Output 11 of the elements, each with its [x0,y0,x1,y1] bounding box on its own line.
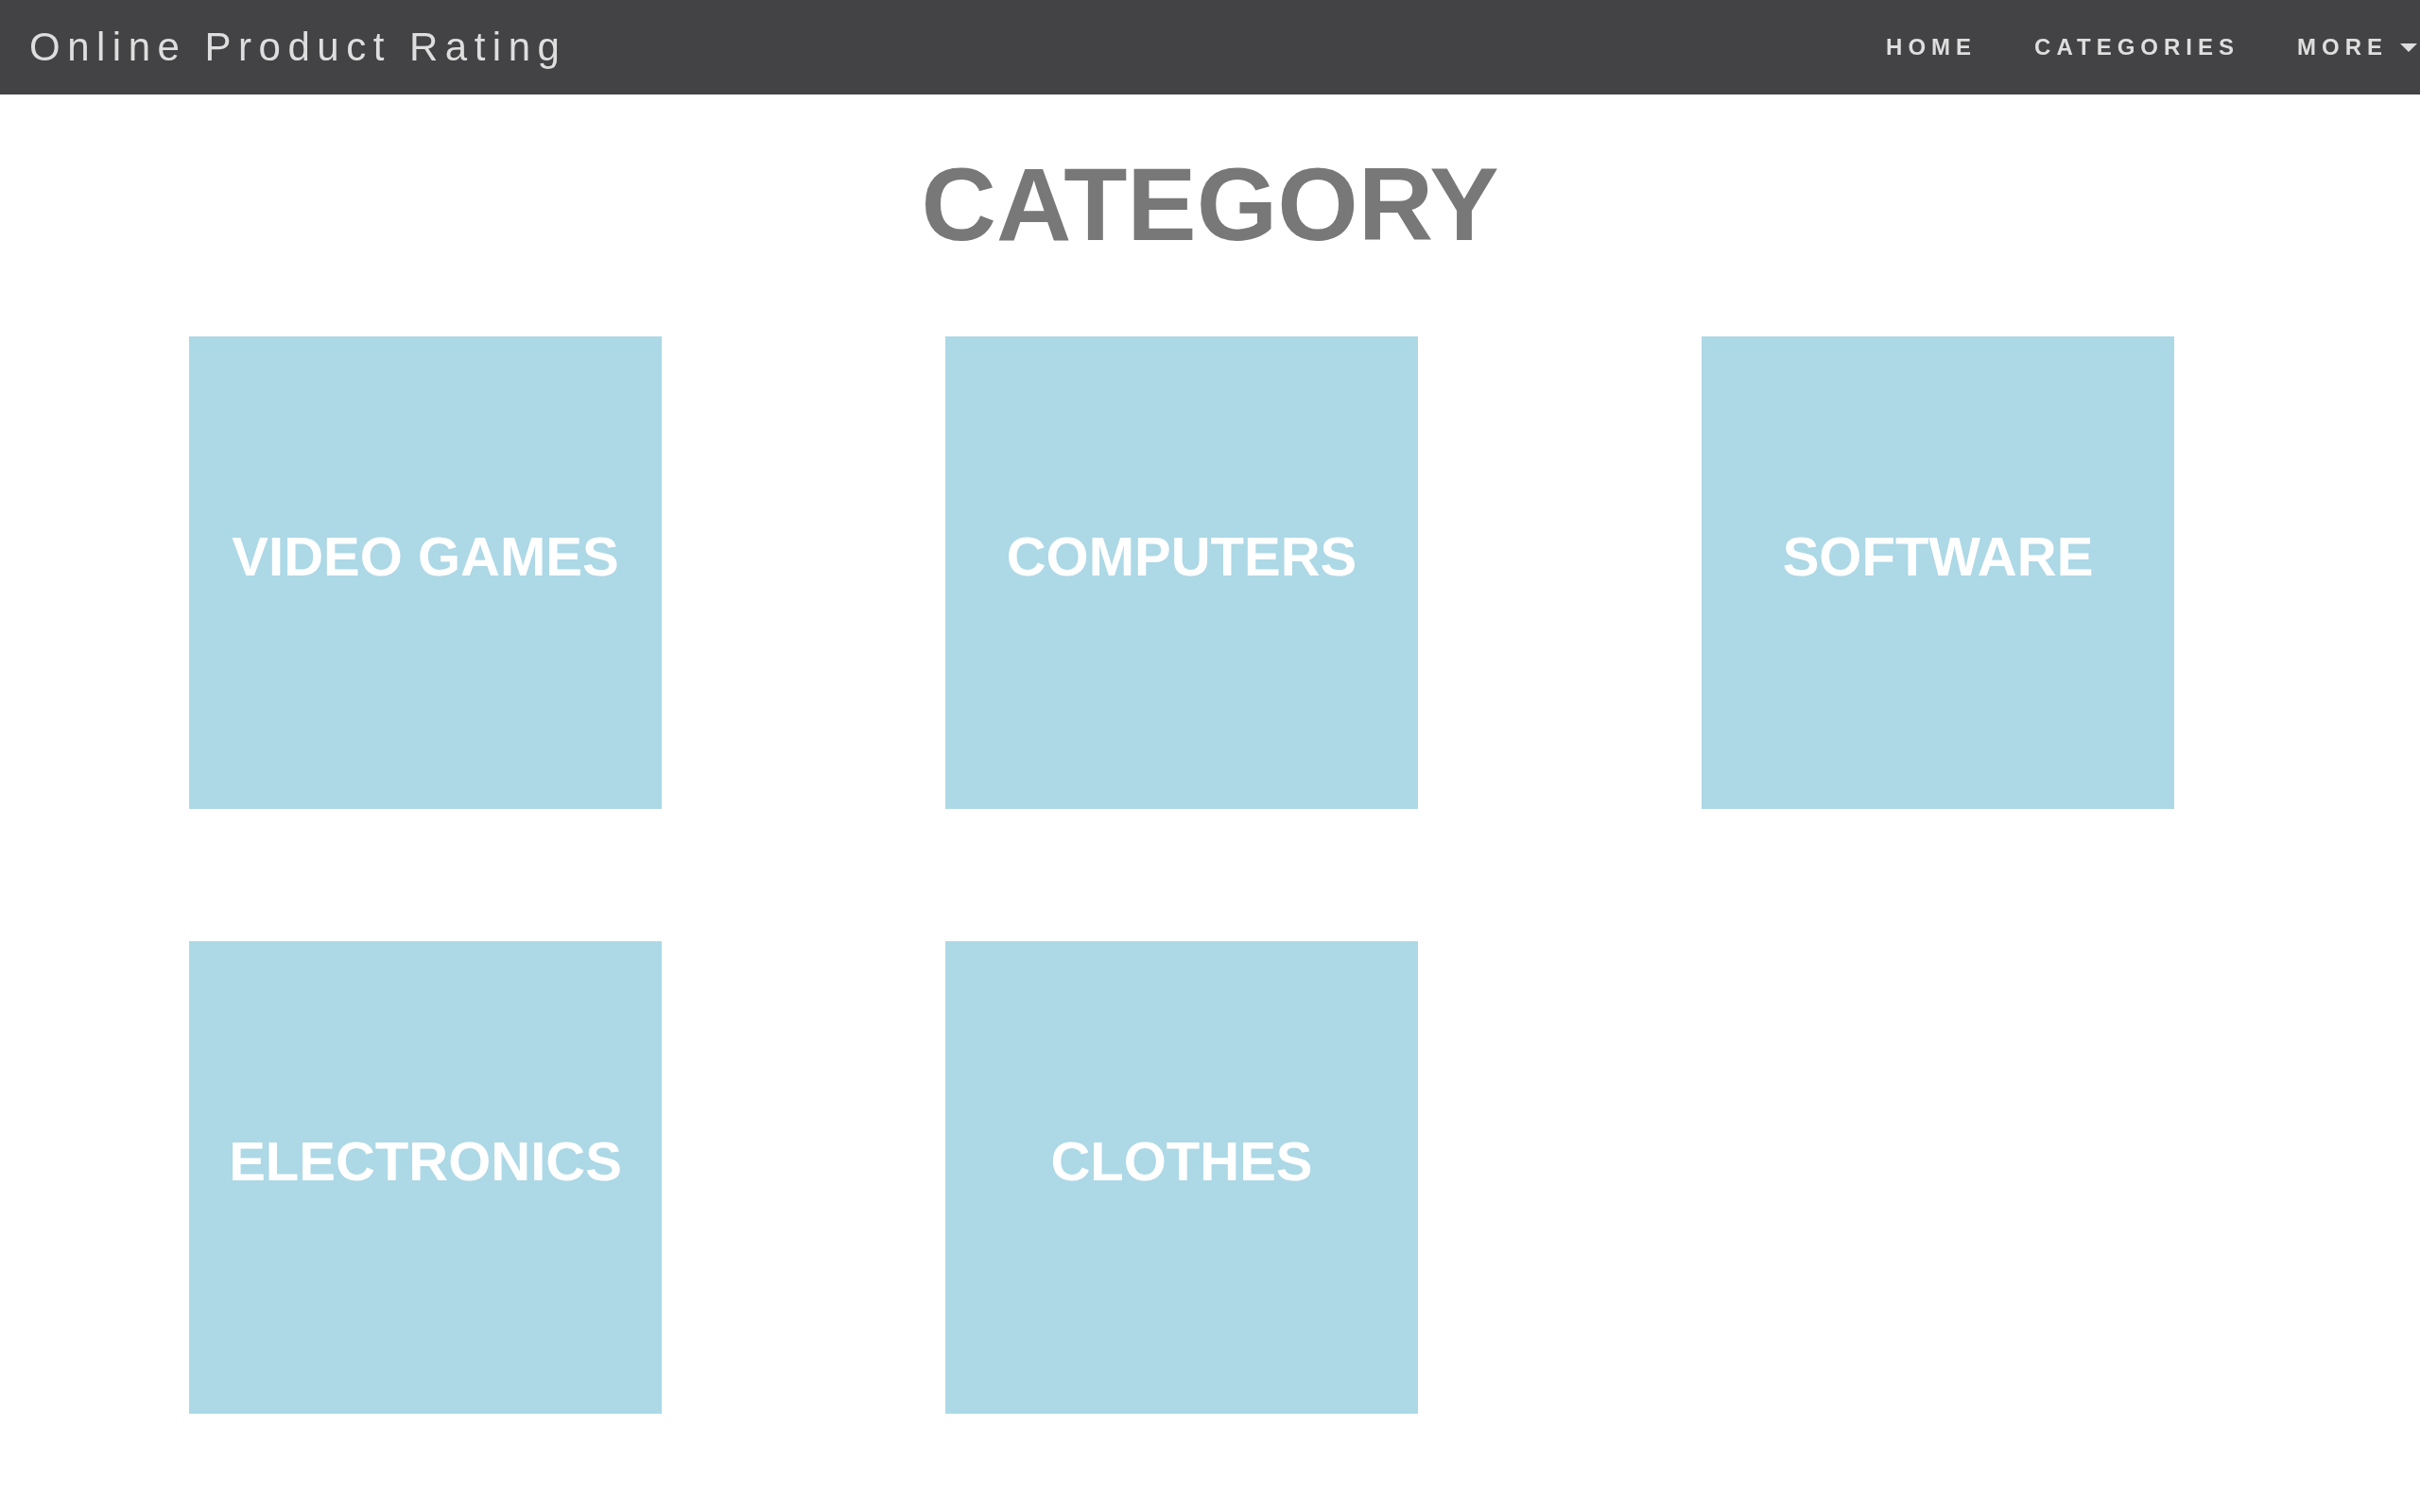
category-tile[interactable]: SOFTWARE [1702,336,2174,809]
brand-link[interactable]: Online Product Rating [29,27,567,67]
category-tile[interactable]: COMPUTERS [945,336,1418,809]
caret-icon [2400,43,2417,52]
category-tile[interactable]: VIDEO GAMES [189,336,662,809]
category-tile[interactable]: ELECTRONICS [189,941,662,1414]
nav-link[interactable]: HOME [1886,36,1978,59]
page-heading: CATEGORY [921,152,1499,256]
more-dropdown[interactable]: MORE [2297,36,2417,59]
category-tile[interactable]: CLOTHES [945,941,1418,1414]
nav-link[interactable]: CATEGORIES [2034,36,2239,59]
